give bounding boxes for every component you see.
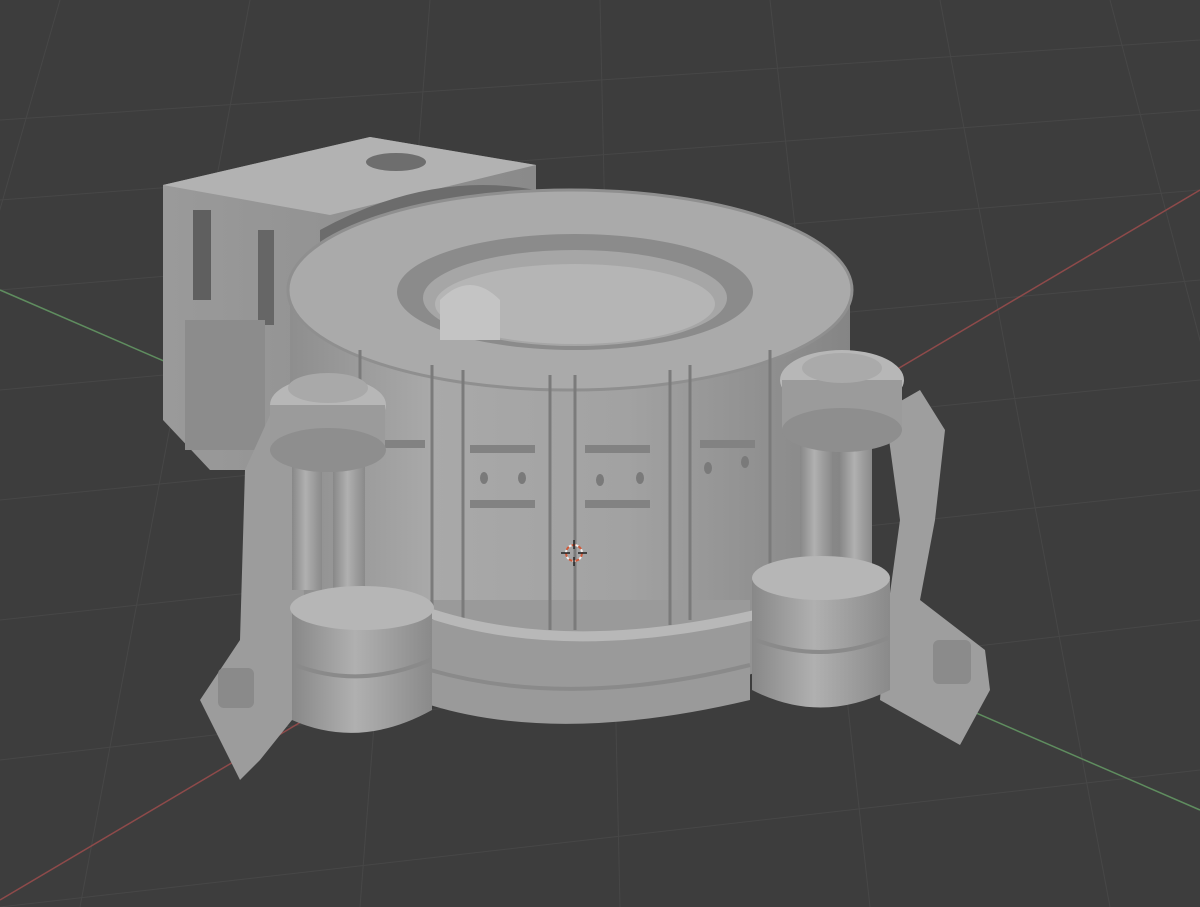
viewport-canvas[interactable] [0, 0, 1200, 907]
left-bracket-socket [218, 668, 254, 708]
right-bracket-socket [933, 640, 971, 684]
block-hole [366, 153, 426, 171]
3d-viewport[interactable] [0, 0, 1200, 907]
